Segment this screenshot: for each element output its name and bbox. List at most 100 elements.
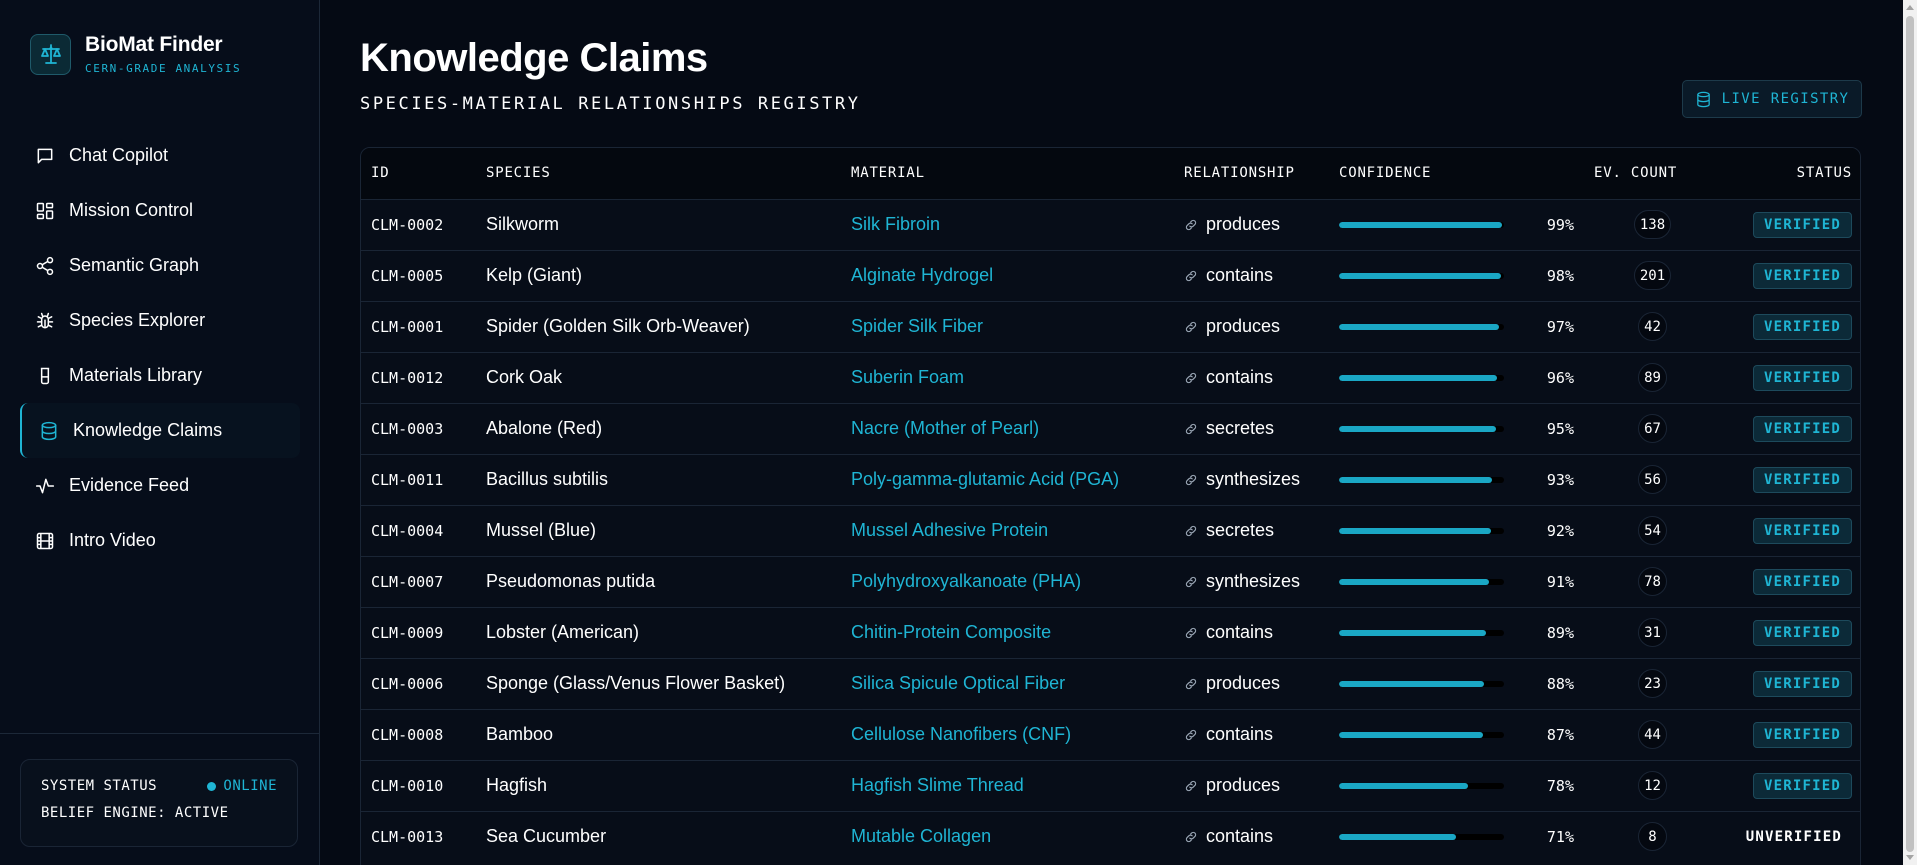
column-header-material[interactable]: MATERIAL <box>851 148 1184 199</box>
confidence-value: 92% <box>1546 521 1574 540</box>
material-link[interactable]: Polyhydroxyalkanoate (PHA) <box>851 556 1184 607</box>
evidence-count-cell: 23 <box>1594 658 1711 709</box>
link-icon <box>1184 728 1206 742</box>
brand[interactable]: BioMat Finder CERN-GRADE ANALYSIS <box>30 33 241 75</box>
sidebar-item-species-explorer[interactable]: Species Explorer <box>20 293 300 348</box>
link-icon <box>1184 269 1206 283</box>
confidence-bar-fill <box>1339 476 1493 483</box>
material-link[interactable]: Hagfish Slime Thread <box>851 760 1184 811</box>
confidence-bar-fill <box>1339 323 1500 330</box>
table-row[interactable]: CLM-0012 Cork Oak Suberin Foam contains 96% 8… <box>361 352 1860 403</box>
status-badge: VERIFIED <box>1752 415 1852 442</box>
confidence-bar <box>1339 221 1504 228</box>
evidence-count-cell: 42 <box>1594 301 1711 352</box>
confidence-bar-fill <box>1339 629 1486 636</box>
confidence-value: 98% <box>1546 266 1574 285</box>
relationship-label: synthesizes <box>1206 469 1301 489</box>
scroll-down-arrow-icon[interactable] <box>1906 855 1914 860</box>
species-name: Lobster (American) <box>486 622 640 642</box>
confidence-cell: 89% <box>1339 607 1594 658</box>
table-row[interactable]: CLM-0003 Abalone (Red) Nacre (Mother of Pe… <box>361 403 1860 454</box>
share-icon <box>34 255 56 277</box>
column-header-species[interactable]: SPECIES <box>486 148 851 199</box>
activity-icon <box>34 475 56 497</box>
flask-icon <box>34 365 56 387</box>
material-link[interactable]: Alginate Hydrogel <box>851 250 1184 301</box>
confidence-cell: 88% <box>1339 658 1594 709</box>
status-cell: VERIFIED <box>1711 709 1860 760</box>
species-name: Cork Oak <box>486 367 563 387</box>
link-icon <box>1184 779 1206 793</box>
confidence-bar <box>1339 425 1504 432</box>
relationship-cell: produces <box>1184 760 1339 811</box>
live-registry-button[interactable]: LIVE REGISTRY <box>1682 80 1862 118</box>
material-link[interactable]: Suberin Foam <box>851 352 1184 403</box>
scroll-up-arrow-icon[interactable] <box>1906 5 1914 10</box>
sidebar-item-materials-library[interactable]: Materials Library <box>20 348 300 403</box>
table-row[interactable]: CLM-0005 Kelp (Giant) Alginate Hydrogel con… <box>361 250 1860 301</box>
relationship-cell: produces <box>1184 301 1339 352</box>
confidence-bar <box>1339 272 1504 279</box>
claim-id: CLM-0011 <box>371 470 444 489</box>
species-name: Pseudomonas putida <box>486 571 656 591</box>
table-row[interactable]: CLM-0007 Pseudomonas putida Polyhydroxyalk… <box>361 556 1860 607</box>
link-icon <box>1184 371 1206 385</box>
confidence-cell: 92% <box>1339 505 1594 556</box>
sidebar-item-evidence-feed[interactable]: Evidence Feed <box>20 458 300 513</box>
evidence-count: 8 <box>1638 822 1667 852</box>
claim-id: CLM-0010 <box>371 776 444 795</box>
confidence-bar-fill <box>1339 680 1485 687</box>
sidebar-item-knowledge-claims[interactable]: Knowledge Claims <box>20 403 300 458</box>
table-row[interactable]: CLM-0013 Sea Cucumber Mutable Collagen cont… <box>361 811 1860 862</box>
material-link[interactable]: Cellulose Nanofibers (CNF) <box>851 709 1184 760</box>
material-link[interactable]: Silk Fibroin <box>851 199 1184 250</box>
sidebar-item-semantic-graph[interactable]: Semantic Graph <box>20 238 300 293</box>
confidence-value: 71% <box>1546 827 1574 846</box>
confidence-value: 88% <box>1546 674 1574 693</box>
material-link[interactable]: Silica Spicule Optical Fiber <box>851 658 1184 709</box>
confidence-cell: 98% <box>1339 250 1594 301</box>
link-icon <box>1184 524 1206 538</box>
column-header-ev-count[interactable]: EV. COUNT <box>1594 148 1711 199</box>
table-row[interactable]: CLM-0010 Hagfish Hagfish Slime Thread produ… <box>361 760 1860 811</box>
relationship-label: contains <box>1206 367 1274 387</box>
table-row[interactable]: CLM-0008 Bamboo Cellulose Nanofibers (CNF)… <box>361 709 1860 760</box>
sidebar-item-intro-video[interactable]: Intro Video <box>20 513 300 568</box>
claims-table: ID SPECIES MATERIAL RELATIONSHIP CONFIDE… <box>360 147 1861 865</box>
table-row[interactable]: CLM-0004 Mussel (Blue) Mussel Adhesive Pro… <box>361 505 1860 556</box>
evidence-count-cell: 54 <box>1594 505 1711 556</box>
status-badge: VERIFIED <box>1752 517 1852 544</box>
sidebar-item-mission-control[interactable]: Mission Control <box>20 183 300 238</box>
table-row[interactable]: CLM-0011 Bacillus subtilis Poly-gamma-glut… <box>361 454 1860 505</box>
table-row[interactable]: CLM-0006 Sponge (Glass/Venus Flower Baske… <box>361 658 1860 709</box>
table-row[interactable]: CLM-0009 Lobster (American) Chitin-Protein… <box>361 607 1860 658</box>
claim-id: CLM-0013 <box>371 827 444 846</box>
status-badge: VERIFIED <box>1752 670 1852 697</box>
sidebar-nav: Chat Copilot Mission Control Semantic Gr… <box>20 128 300 568</box>
status-cell: VERIFIED <box>1711 250 1860 301</box>
column-header-id[interactable]: ID <box>361 148 486 199</box>
material-link[interactable]: Chitin-Protein Composite <box>851 607 1184 658</box>
evidence-count: 42 <box>1638 312 1667 341</box>
scrollbar-thumb[interactable] <box>1906 16 1914 852</box>
table-row[interactable]: CLM-0002 Silkworm Silk Fibroin produces 99% 1… <box>361 199 1860 250</box>
confidence-cell: 95% <box>1339 403 1594 454</box>
material-link[interactable]: Mussel Adhesive Protein <box>851 505 1184 556</box>
evidence-count-cell: 56 <box>1594 454 1711 505</box>
column-header-status[interactable]: STATUS <box>1711 148 1860 199</box>
column-header-relationship[interactable]: RELATIONSHIP <box>1184 148 1339 199</box>
sidebar-item-label: Chat Copilot <box>69 145 169 165</box>
table-row[interactable]: CLM-0001 Spider (Golden Silk Orb-Weaver) S… <box>361 301 1860 352</box>
page-scrollbar[interactable] <box>1903 0 1917 865</box>
column-header-confidence[interactable]: CONFIDENCE <box>1339 148 1594 199</box>
evidence-count-cell: 78 <box>1594 556 1711 607</box>
evidence-count-cell: 89 <box>1594 352 1711 403</box>
material-link[interactable]: Spider Silk Fiber <box>851 301 1184 352</box>
relationship-cell: contains <box>1184 352 1339 403</box>
system-status-panel: SYSTEM STATUS ONLINE BELIEF ENGINE: ACTI… <box>20 759 298 847</box>
material-link[interactable]: Nacre (Mother of Pearl) <box>851 403 1184 454</box>
sidebar-item-chat-copilot[interactable]: Chat Copilot <box>20 128 300 183</box>
material-link[interactable]: Poly-gamma-glutamic Acid (PGA) <box>851 454 1184 505</box>
material-link[interactable]: Mutable Collagen <box>851 811 1184 862</box>
film-icon <box>34 530 56 552</box>
